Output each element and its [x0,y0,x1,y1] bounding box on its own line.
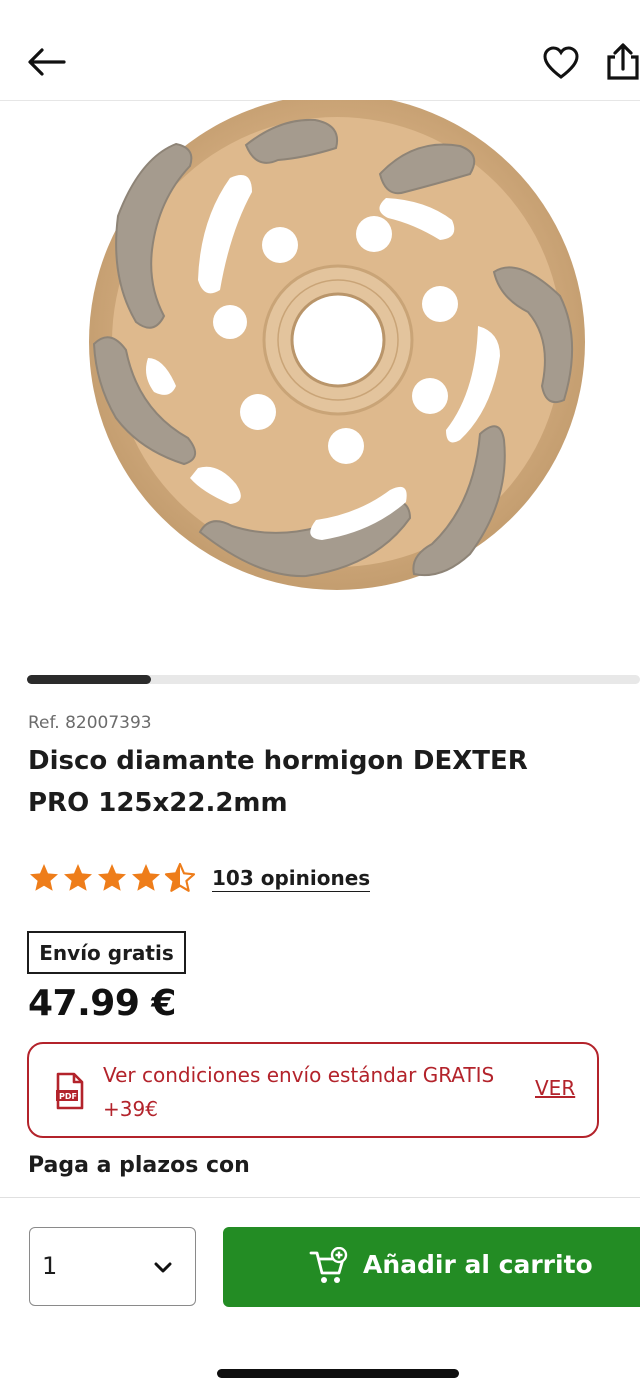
back-button[interactable] [24,42,68,82]
purchase-bar: 1 Añadir al carrito [0,1197,640,1391]
product-image[interactable] [80,94,600,600]
pdf-icon: PDF [56,1072,84,1110]
add-to-cart-label: Añadir al carrito [363,1250,593,1279]
image-carousel-indicator[interactable] [27,675,640,684]
installments-label: Paga a plazos con [28,1153,250,1178]
star-full-icon [98,864,126,891]
quantity-select[interactable]: 1 [29,1227,196,1306]
quantity-value: 1 [42,1252,58,1280]
favorite-button[interactable] [540,42,582,84]
share-icon [607,43,639,80]
svg-text:PDF: PDF [59,1092,77,1101]
chevron-down-icon [154,1262,172,1273]
product-title: Disco diamante hormigon DEXTER PRO 125x2… [28,746,528,818]
star-full-icon [64,864,92,891]
star-half-icon [164,862,196,892]
view-conditions-link[interactable]: VER [535,1076,575,1100]
shipping-conditions-text: Ver condiciones envío estándar GRATIS +3… [103,1063,495,1121]
cart-add-icon [309,1247,348,1283]
home-indicator[interactable] [217,1369,459,1378]
star-full-icon [132,864,160,891]
carousel-position-thumb [27,675,151,684]
rating-stars [28,862,196,894]
arrow-left-icon [28,48,66,76]
top-navigation-bar [0,0,640,101]
reviews-link[interactable]: 103 opiniones [212,865,371,892]
product-rating[interactable]: 103 opiniones [28,858,371,898]
shipping-conditions-banner[interactable]: PDF Ver condiciones envío estándar GRATI… [27,1042,599,1138]
product-reference: Ref. 82007393 [28,713,152,733]
share-button[interactable] [606,40,640,84]
product-price: 47.99 € [28,983,176,1024]
free-shipping-badge: Envío gratis [27,931,186,974]
diamond-disc-illustration [89,94,585,590]
add-to-cart-button[interactable]: Añadir al carrito [223,1227,640,1307]
heart-icon [543,46,579,79]
star-full-icon [30,864,58,891]
